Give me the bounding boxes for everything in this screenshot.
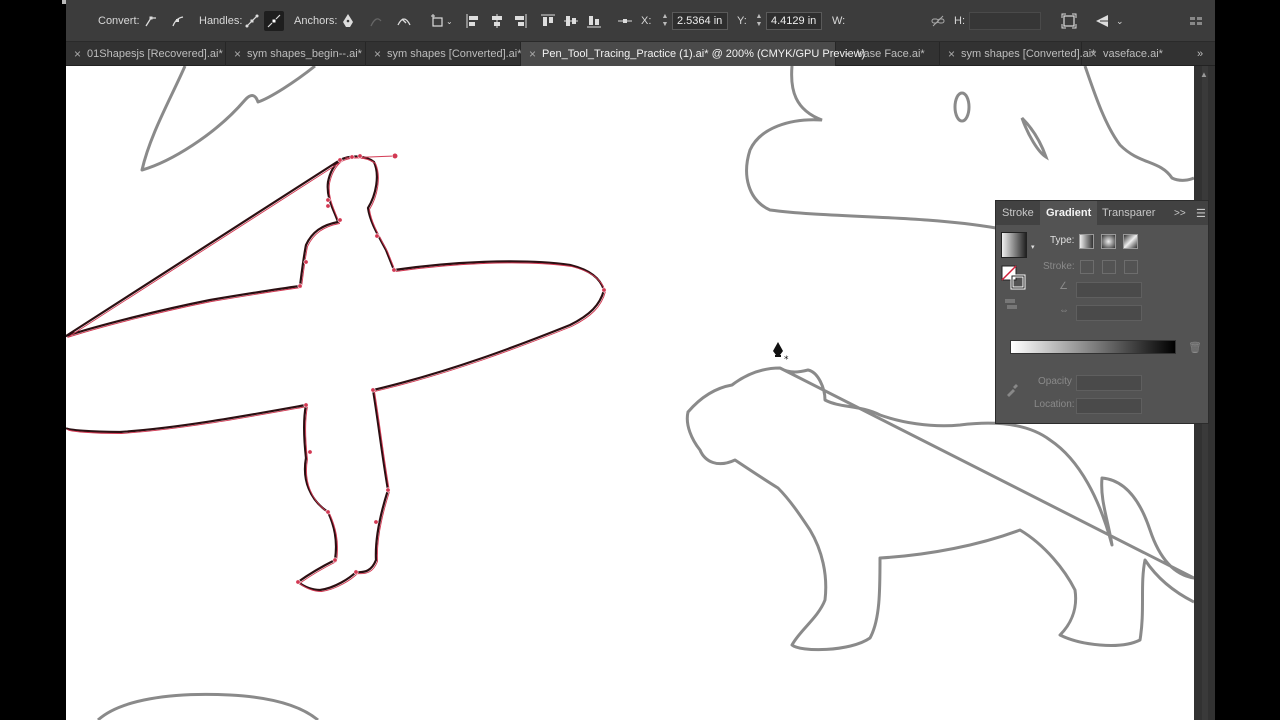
align-bottom-icon[interactable] — [584, 11, 604, 31]
type-label: Type: — [1050, 235, 1075, 246]
stroke-within-button — [1080, 260, 1094, 274]
stroke-label: Stroke: — [1043, 261, 1075, 272]
tab-pen-tool-tracing-practice[interactable]: × Pen_Tool_Tracing_Practice (1).ai* @ 200… — [521, 42, 865, 66]
app-menu-marks — [62, 0, 66, 42]
align-left-icon[interactable] — [463, 11, 483, 31]
tab-stroke[interactable]: Stroke — [996, 201, 1040, 225]
convert-corner-icon[interactable] — [141, 11, 161, 31]
close-icon[interactable]: × — [234, 47, 241, 61]
close-icon[interactable]: × — [948, 47, 955, 61]
handles-show-icon[interactable] — [242, 11, 262, 31]
pen-cursor-icon: * — [773, 342, 789, 365]
linear-gradient-button[interactable] — [1079, 234, 1094, 249]
elephant-eye — [953, 91, 971, 123]
pen-tool-icon[interactable] — [338, 11, 358, 31]
angle-icon: ∠ — [1059, 281, 1068, 292]
handles-label: Handles: — [199, 15, 243, 27]
opacity-label: Opacity — [1038, 376, 1072, 387]
location-field — [1076, 398, 1142, 414]
align-right-icon[interactable] — [510, 11, 530, 31]
h-label: H: — [954, 15, 965, 27]
transform-dropdown-icon[interactable]: ⌄ — [446, 17, 453, 26]
gradient-swatch-icon[interactable] — [1001, 232, 1027, 258]
anchors-label: Anchors: — [294, 15, 338, 27]
recolor-dropdown-icon[interactable]: ⌄ — [1116, 16, 1124, 27]
tab-sym-shapes-begin[interactable]: × sym shapes_begin--.ai* — [226, 42, 366, 66]
elephant-tusk — [1020, 116, 1049, 161]
align-middle-icon[interactable] — [561, 11, 581, 31]
handles-hide-icon[interactable] — [264, 11, 284, 31]
partial-shape-bottom-left — [96, 692, 319, 720]
tab-label: sym shapes [Converted].ai* — [961, 48, 1096, 60]
eyedropper-icon[interactable] — [1004, 382, 1020, 398]
reference-point-icon[interactable] — [615, 11, 635, 31]
close-icon[interactable]: × — [529, 47, 536, 61]
y-label: Y: — [737, 15, 747, 27]
x-position-field[interactable] — [672, 12, 728, 30]
tab-label: sym shapes_begin--.ai* — [247, 48, 362, 60]
gradient-slider[interactable] — [1010, 340, 1176, 354]
width-field — [848, 12, 920, 30]
x-stepper[interactable]: ▲ ▼ — [660, 12, 670, 30]
tab-label: Vase Face.ai* — [857, 48, 925, 60]
tab-vaseface[interactable]: × vaseface.ai* — [1082, 42, 1182, 66]
tab-label: sym shapes [Converted].ai* — [387, 48, 522, 60]
close-icon[interactable]: × — [74, 47, 81, 61]
opacity-field — [1076, 375, 1142, 391]
panel-tab-strip: Stroke Gradient Transparer >> ☰ — [996, 201, 1208, 225]
stroke-along-button — [1102, 260, 1116, 274]
panel-menu-icon[interactable]: ☰ — [1190, 201, 1212, 225]
transform-icon[interactable] — [428, 11, 448, 31]
close-icon[interactable]: × — [374, 47, 381, 61]
panel-overflow-icon[interactable]: >> — [1168, 201, 1192, 225]
fill-stroke-icon[interactable] — [1001, 265, 1027, 291]
tab-sym-shapes-converted[interactable]: × sym shapes [Converted].ai* — [366, 42, 522, 66]
cut-path-icon[interactable] — [394, 11, 414, 31]
x-label: X: — [641, 15, 652, 27]
tab-label: 01Shapesjs [Recovered].ai* — [87, 48, 223, 60]
trash-icon: 🗑 — [1188, 342, 1202, 354]
aspect-ratio-icon: ⇔ — [1059, 305, 1069, 316]
tab-gradient[interactable]: Gradient — [1040, 201, 1098, 225]
location-label: Location: — [1034, 399, 1075, 410]
remove-anchor-icon — [366, 11, 386, 31]
w-label: W: — [832, 15, 846, 27]
reverse-gradient-icon[interactable] — [1004, 297, 1018, 313]
document-tab-bar: × 01Shapesjs [Recovered].ai* × sym shapes_… — [66, 42, 1215, 66]
y-stepper[interactable]: ▲ ▼ — [754, 12, 764, 30]
close-icon[interactable]: × — [844, 47, 851, 61]
right-margin — [1215, 0, 1280, 720]
tab-label: Pen_Tool_Tracing_Practice (1).ai* @ 200%… — [542, 48, 866, 60]
left-margin — [0, 0, 66, 720]
surfer-silhouette — [66, 155, 606, 592]
scroll-up-icon[interactable]: ▲ — [1200, 70, 1208, 79]
tab-01shapesjs[interactable]: × 01Shapesjs [Recovered].ai* — [66, 42, 226, 66]
align-center-icon[interactable] — [487, 11, 507, 31]
angle-field — [1076, 282, 1142, 298]
convert-smooth-icon[interactable] — [168, 11, 188, 31]
radial-gradient-button[interactable] — [1101, 234, 1116, 249]
tab-overflow-icon[interactable]: » — [1190, 42, 1210, 66]
svg-text:*: * — [784, 355, 789, 365]
isolate-icon[interactable] — [1059, 11, 1079, 31]
swatch-dropdown-icon[interactable]: ▾ — [1031, 243, 1035, 251]
height-field — [969, 12, 1041, 30]
tab-label: vaseface.ai* — [1103, 48, 1163, 60]
tab-sym-shapes-converted-2[interactable]: × sym shapes [Converted].ai* — [940, 42, 1096, 66]
link-icon[interactable] — [928, 11, 948, 31]
close-icon[interactable]: × — [1090, 47, 1097, 61]
partial-shape-top-left — [140, 66, 316, 172]
freeform-gradient-button[interactable] — [1123, 234, 1138, 249]
stroke-across-button — [1124, 260, 1138, 274]
tab-vase-face[interactable]: × Vase Face.ai* — [836, 42, 940, 66]
panel-menu-icon[interactable] — [1186, 11, 1206, 31]
control-bar: Convert: Handles: Anchors: ⌄ X: ▲▼ Y: ▲▼… — [62, 0, 1215, 42]
align-top-icon[interactable] — [538, 11, 558, 31]
recolor-icon[interactable] — [1092, 11, 1112, 31]
aspect-ratio-field — [1076, 305, 1142, 321]
tab-transparency[interactable]: Transparer — [1096, 201, 1161, 225]
y-position-field[interactable] — [766, 12, 822, 30]
convert-label: Convert: — [98, 15, 140, 27]
gradient-panel: Stroke Gradient Transparer >> ☰ ▾ Type: … — [995, 200, 1209, 424]
